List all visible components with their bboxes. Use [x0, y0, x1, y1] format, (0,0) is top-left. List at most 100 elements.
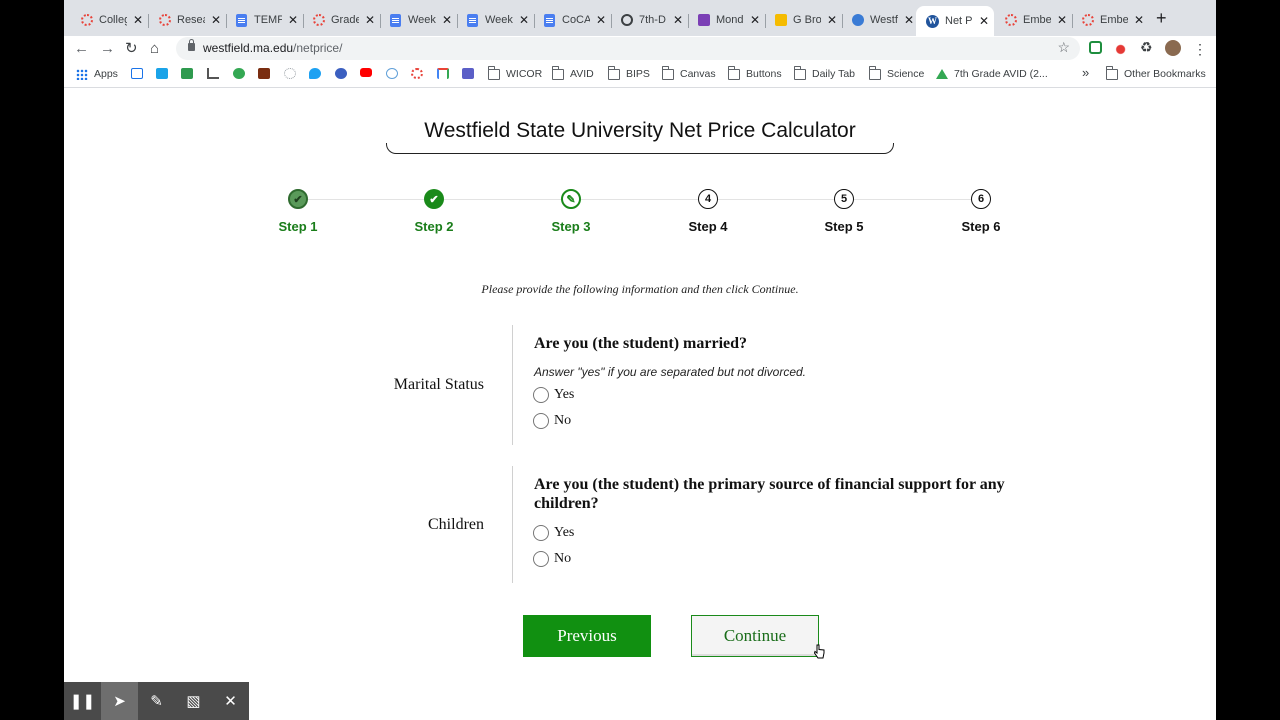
close-icon[interactable]: ✕: [827, 13, 837, 27]
highlighter-icon[interactable]: ▧: [175, 682, 212, 720]
bookmark-label: Apps: [94, 68, 118, 80]
bookmark-drive[interactable]: 7th Grade AVID (2...: [936, 68, 1048, 80]
step-label: Step 2: [414, 219, 454, 234]
bookmark-icon-only[interactable]: [181, 68, 199, 79]
tab-13[interactable]: Embed ✕: [1081, 8, 1144, 32]
bookmark-folder[interactable]: WICOR: [487, 65, 542, 80]
field-label: Children: [428, 516, 484, 533]
new-tab-button[interactable]: +: [1156, 9, 1167, 27]
tab-9[interactable]: G Bro ✕: [774, 8, 837, 32]
bookmark-icon-only[interactable]: [233, 68, 251, 79]
bookmark-icon-only[interactable]: [284, 68, 302, 79]
tab-active[interactable]: W Net Price ✕: [916, 6, 994, 36]
tab-10[interactable]: Westfield ✕: [851, 8, 914, 32]
radio-option[interactable]: No: [533, 413, 571, 429]
youtube-icon: [360, 68, 372, 77]
reload-icon[interactable]: ↻: [125, 39, 138, 59]
menu-kebab-icon[interactable]: ⋮: [1193, 39, 1207, 59]
bookmark-icon-only[interactable]: [207, 68, 225, 79]
step-number: 5: [834, 189, 854, 209]
close-icon[interactable]: ✕: [1057, 13, 1067, 27]
step-label: Step 5: [824, 219, 864, 234]
bookmark-icon-only[interactable]: [411, 68, 429, 79]
extension-record-icon[interactable]: [1115, 41, 1129, 55]
bookmarks-bar: Apps WICOR AVID BIPS Canvas Buttons Dail…: [64, 62, 1216, 88]
tab-3[interactable]: Grade ✕: [312, 8, 375, 32]
pause-icon[interactable]: ❚❚: [64, 682, 101, 720]
tab-5[interactable]: Week ✕: [466, 8, 529, 32]
radio-button[interactable]: [533, 413, 549, 429]
close-icon[interactable]: ✕: [750, 13, 760, 27]
tab-12[interactable]: Embed ✕: [1004, 8, 1067, 32]
close-icon[interactable]: ✕: [365, 13, 375, 27]
bookmark-folder[interactable]: AVID: [551, 65, 594, 80]
close-icon[interactable]: ✕: [596, 13, 606, 27]
bookmark-icon-only[interactable]: [309, 68, 327, 79]
red-dotted-circle-icon: [312, 14, 325, 27]
lock-icon[interactable]: [188, 39, 195, 51]
forward-arrow-icon[interactable]: →: [100, 39, 115, 59]
radio-button[interactable]: [533, 551, 549, 567]
bookmark-folder[interactable]: Science: [868, 65, 924, 80]
tab-6[interactable]: CoCA ✕: [543, 8, 606, 32]
radio-option[interactable]: No: [533, 551, 571, 567]
gmail-icon: [437, 68, 449, 79]
url-text[interactable]: westfield.ma.edu/netprice/: [203, 41, 342, 55]
pointer-icon[interactable]: ➤: [101, 682, 138, 720]
close-icon[interactable]: ✕: [979, 14, 989, 28]
step-2: ✔ Step 2: [374, 189, 494, 234]
bookmark-icon-only[interactable]: [437, 68, 455, 79]
bookmark-icon-only[interactable]: [258, 68, 276, 79]
bookmark-icon-only[interactable]: [156, 68, 174, 79]
close-icon[interactable]: ✕: [133, 13, 143, 27]
radio-option[interactable]: Yes: [533, 525, 574, 541]
question-divider: [512, 466, 513, 583]
close-icon[interactable]: ✕: [904, 13, 914, 27]
step-1: ✔ Step 1: [238, 189, 358, 234]
avatar[interactable]: [1165, 40, 1181, 56]
bookmark-icon-only[interactable]: [335, 68, 353, 79]
home-icon[interactable]: ⌂: [150, 39, 159, 59]
bookmark-apps[interactable]: Apps: [76, 68, 118, 80]
bookmarks-overflow-button[interactable]: »: [1082, 65, 1089, 80]
extensions-puzzle-icon[interactable]: ♻: [1140, 39, 1154, 55]
bookmark-folder[interactable]: Buttons: [727, 65, 782, 80]
forms-icon: [462, 68, 474, 79]
bookmark-icon-only[interactable]: [462, 68, 480, 79]
bookmark-icon-only[interactable]: [131, 68, 149, 79]
tab-0[interactable]: College ✕: [80, 8, 143, 32]
step-number: 4: [698, 189, 718, 209]
previous-button[interactable]: Previous: [523, 615, 651, 657]
tab-8[interactable]: Monday ✕: [697, 8, 760, 32]
extension-green-icon[interactable]: [1089, 41, 1102, 54]
other-bookmarks[interactable]: Other Bookmarks: [1105, 65, 1206, 80]
pencil-icon: ✎: [561, 189, 581, 209]
bookmark-icon-only[interactable]: [386, 68, 404, 79]
pen-icon[interactable]: ✎: [138, 682, 175, 720]
close-icon[interactable]: ✕: [519, 13, 529, 27]
radio-button[interactable]: [533, 525, 549, 541]
bookmark-star-icon[interactable]: ☆: [1057, 39, 1070, 56]
tab-7[interactable]: 7th-D ✕: [620, 8, 683, 32]
radio-option[interactable]: Yes: [533, 387, 574, 403]
tab-4[interactable]: Week ✕: [389, 8, 452, 32]
tab-2[interactable]: TEMP ✕: [235, 8, 298, 32]
close-icon[interactable]: ✕: [442, 13, 452, 27]
continue-button[interactable]: Continue: [691, 615, 819, 657]
bookmark-folder[interactable]: BIPS: [607, 65, 650, 80]
page-title: Westfield State University Net Price Cal…: [424, 119, 856, 142]
tab-title: 7th-D: [639, 14, 666, 26]
back-arrow-icon[interactable]: ←: [74, 39, 89, 59]
close-icon[interactable]: ✕: [673, 13, 683, 27]
bookmark-icon-only[interactable]: [360, 68, 378, 77]
close-icon[interactable]: ✕: [288, 13, 298, 27]
bookmark-folder[interactable]: Daily Tab: [793, 65, 855, 80]
address-bar[interactable]: westfield.ma.edu/netprice/ ☆: [176, 37, 1080, 60]
radio-button[interactable]: [533, 387, 549, 403]
tab-1[interactable]: Research ✕: [158, 8, 221, 32]
close-icon[interactable]: ✕: [211, 13, 221, 27]
close-icon[interactable]: ✕: [1134, 13, 1144, 27]
bookmark-folder[interactable]: Canvas: [661, 65, 716, 80]
red-circle-icon: [411, 68, 423, 79]
close-icon[interactable]: ✕: [212, 682, 249, 720]
